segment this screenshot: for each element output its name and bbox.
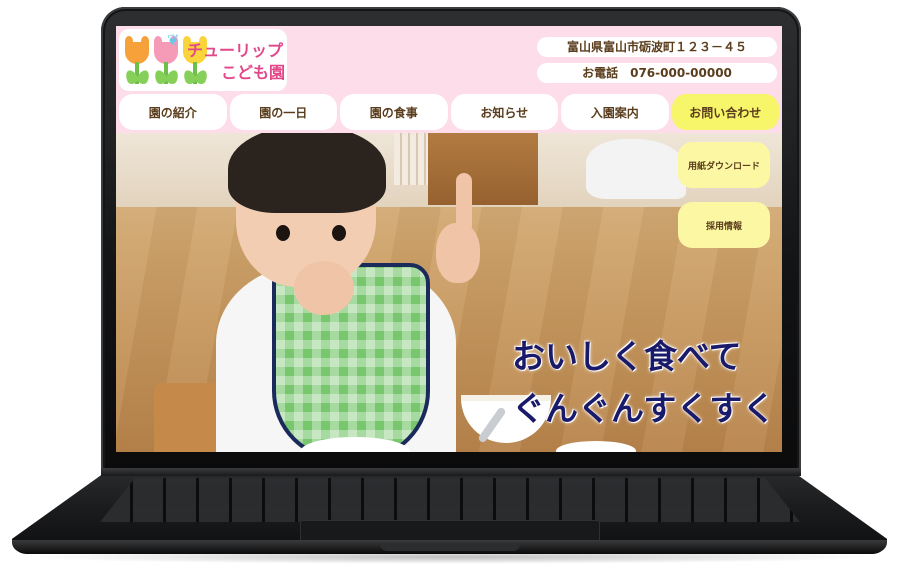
hero-image: 用紙ダウンロード 採用情報 おいしく食べて ぐんぐんすくすく [116, 133, 782, 452]
nav-item-day[interactable]: 園の一日 [229, 94, 337, 130]
laptop-keyboard [100, 478, 800, 522]
nav-item-about[interactable]: 園の紹介 [119, 94, 227, 130]
hero-cloth [586, 139, 686, 199]
site-header: ❦ チューリップ こども園 富山県富山市砺波町１２３－４５ お電話 076-00… [116, 26, 782, 133]
laptop-notch [380, 544, 520, 551]
child-eye [276, 225, 290, 241]
butterfly-icon: ❦ [167, 31, 180, 49]
address-pill: 富山県富山市砺波町１２３－４５ [537, 37, 777, 57]
logo-text-line2: こども園 [221, 63, 286, 82]
nav-item-admission[interactable]: 入園案内 [561, 94, 669, 130]
nav-item-meals[interactable]: 園の食事 [340, 94, 448, 130]
child-hair [228, 133, 386, 213]
hero-catchphrase: おいしく食べて ぐんぐんすくすく [512, 331, 775, 435]
hero-lattice [394, 133, 432, 185]
site-logo[interactable]: ❦ チューリップ こども園 [119, 29, 287, 91]
child-pointing-hand [436, 223, 480, 283]
hero-door [428, 133, 538, 205]
phone-pill[interactable]: お電話 076-000-00000 [537, 63, 777, 83]
nav-item-contact[interactable]: お問い合わせ [671, 94, 779, 130]
nav-item-news[interactable]: お知らせ [450, 94, 558, 130]
logo-text-line1: チューリップ [187, 41, 284, 60]
tulip-icon [123, 36, 152, 88]
hero-catch-line1: おいしく食べて [512, 337, 742, 376]
child-eye [332, 225, 346, 241]
recruitment-button[interactable]: 採用情報 [678, 202, 770, 248]
download-forms-button[interactable]: 用紙ダウンロード [678, 142, 770, 188]
laptop-hinge [101, 468, 801, 476]
hero-side-buttons: 用紙ダウンロード 採用情報 [678, 142, 770, 262]
main-nav: 園の紹介 園の一日 園の食事 お知らせ 入園案内 お問い合わせ [119, 94, 779, 130]
hero-catch-line2: ぐんぐんすくすく [512, 389, 776, 428]
child-hand [294, 261, 354, 315]
laptop-screen: ❦ チューリップ こども園 富山県富山市砺波町１２３－４５ お電話 076-00… [116, 26, 782, 452]
